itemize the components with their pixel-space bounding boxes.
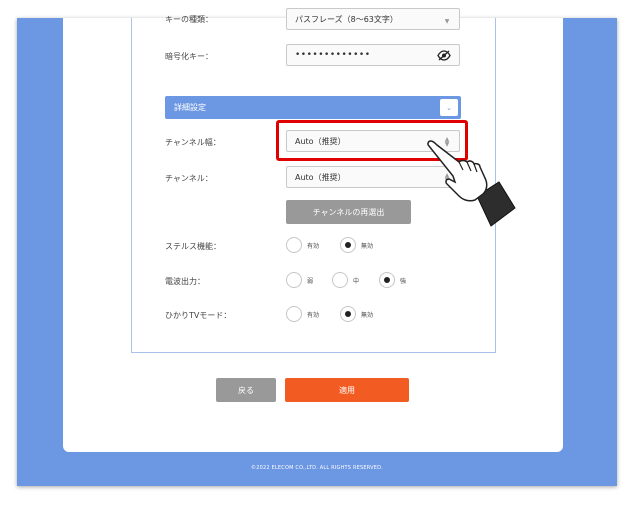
key-type-select[interactable]: パスフレーズ（8〜63文字） ▼ (286, 8, 460, 30)
stealth-disable-radio[interactable] (340, 237, 356, 253)
collapse-toggle-icon[interactable]: ⌄ (440, 99, 458, 116)
power-label: 電波出力： (165, 277, 205, 286)
pointing-hand-icon (427, 140, 516, 227)
encryption-key-label: 暗号化キー： (165, 52, 213, 61)
stealth-enable-label: 有効 (307, 243, 320, 250)
key-type-value: パスフレーズ（8〜63文字） (295, 14, 398, 24)
power-low-radio[interactable] (286, 272, 302, 288)
power-mid-label: 中 (353, 278, 360, 285)
apply-button-label: 適用 (339, 385, 355, 395)
power-mid-radio[interactable] (332, 272, 348, 288)
channel-width-value: Auto（推奨） (295, 136, 346, 146)
stealth-disable-label: 無効 (361, 243, 374, 250)
hikari-enable-radio[interactable] (286, 306, 302, 322)
rescan-channel-button[interactable]: チャンネルの再選出 (286, 200, 411, 224)
key-type-label: キーの種類： (165, 15, 213, 24)
power-high-radio[interactable] (379, 272, 395, 288)
channel-value: Auto（推奨） (295, 172, 346, 182)
eye-slash-icon[interactable] (437, 50, 451, 63)
encryption-key-value: ••••••••••••• (295, 50, 371, 60)
hikari-tv-label: ひかりTVモード： (165, 311, 232, 320)
encryption-key-input[interactable]: ••••••••••••• (286, 44, 460, 66)
hikari-enable-label: 有効 (307, 312, 320, 319)
power-low-label: 弱 (307, 278, 314, 285)
channel-width-label: チャンネル幅： (165, 138, 221, 147)
advanced-settings-header[interactable]: 詳細設定 ⌄ (165, 96, 461, 119)
hikari-disable-radio[interactable] (340, 306, 356, 322)
hikari-disable-label: 無効 (361, 312, 374, 319)
back-button[interactable]: 戻る (216, 378, 276, 402)
channel-label: チャンネル： (165, 174, 213, 183)
advanced-settings-title: 詳細設定 (174, 103, 206, 112)
chevron-down-icon: ▼ (444, 18, 450, 25)
back-button-label: 戻る (238, 385, 254, 395)
power-high-label: 強 (400, 278, 407, 285)
copyright-footer: ©2022 ELECOM CO.,LTD. ALL RIGHTS RESERVE… (251, 465, 383, 471)
apply-button[interactable]: 適用 (285, 378, 409, 402)
stealth-enable-radio[interactable] (286, 237, 302, 253)
stealth-label: ステルス機能： (165, 242, 221, 251)
rescan-channel-label: チャンネルの再選出 (312, 207, 385, 217)
